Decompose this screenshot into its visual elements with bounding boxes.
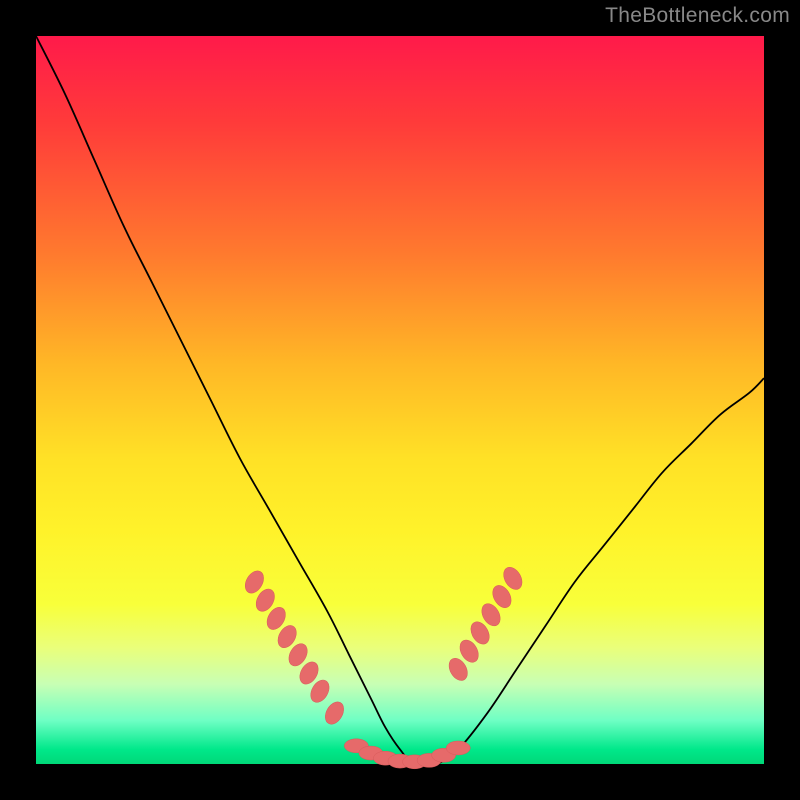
plot-area <box>36 36 764 764</box>
chart-svg <box>36 36 764 764</box>
bottleneck-curve <box>36 36 764 766</box>
chart-container: TheBottleneck.com <box>0 0 800 800</box>
watermark-text: TheBottleneck.com <box>605 4 790 28</box>
data-markers <box>241 564 525 769</box>
